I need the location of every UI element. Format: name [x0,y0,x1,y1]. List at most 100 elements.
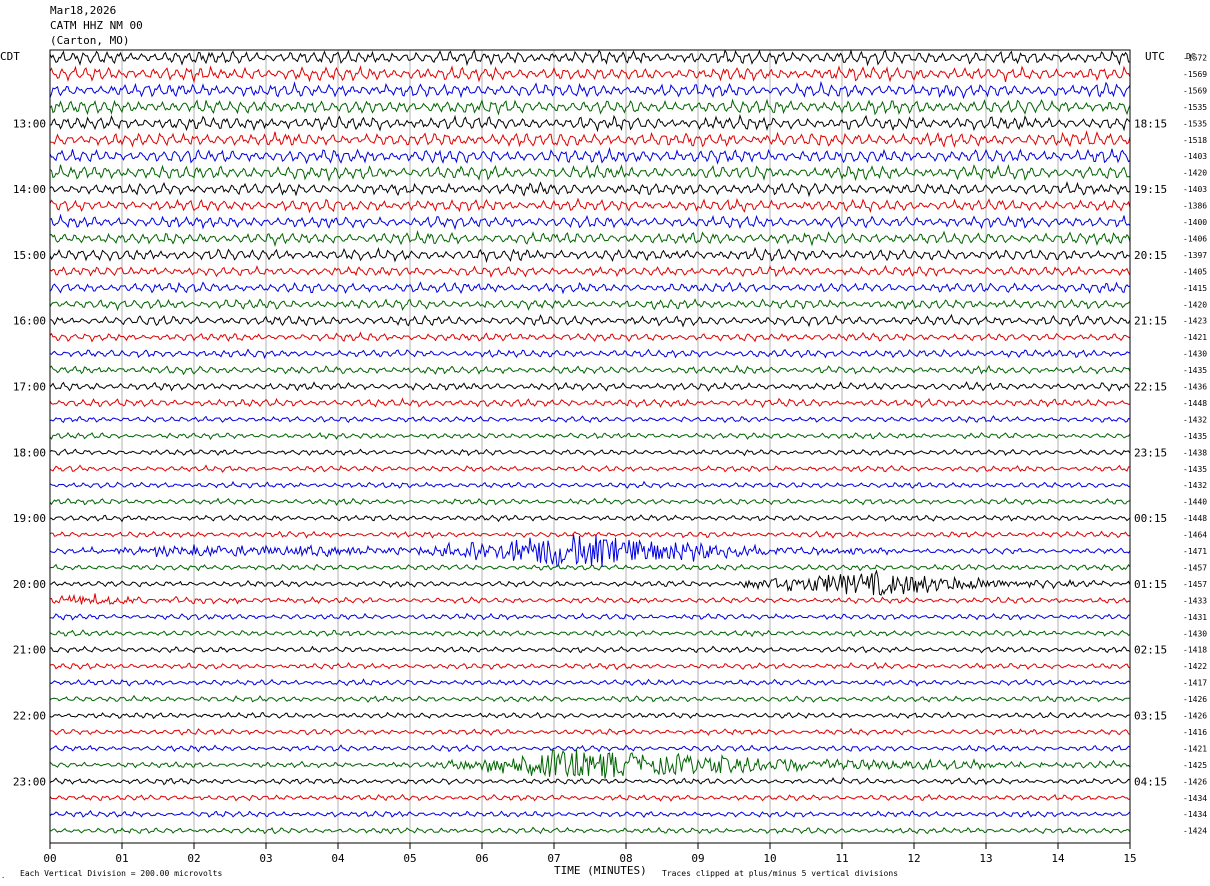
x-tick-label: 05 [403,852,416,865]
left-hour-label: 17:00 [13,381,46,394]
right-hour-label: 01:15 [1134,578,1167,591]
trace-row-36 [49,645,1131,654]
trace-row-0 [49,49,1131,67]
dc-offset-label: -1448 [1183,514,1207,523]
dc-offset-label: -1433 [1183,596,1207,605]
trace-row-41 [50,727,1131,736]
dc-offset-label: -1415 [1183,284,1207,293]
dc-offset-label: -1397 [1183,251,1207,260]
dc-offset-label: -1569 [1183,86,1207,95]
right-hour-label: 18:15 [1134,117,1167,130]
trace-row-4 [49,113,1131,133]
x-tick-label: 10 [763,852,776,865]
trace-row-21 [49,397,1131,409]
dc-offset-label: -1448 [1183,399,1207,408]
right-hour-label: 02:15 [1134,644,1167,657]
x-tick-label: 02 [187,852,200,865]
dc-offset-label: -1420 [1183,300,1207,309]
x-tick-label: 11 [835,852,848,865]
dc-offset-label: -1457 [1183,580,1207,589]
dc-offset-label: -1416 [1183,728,1207,737]
trace-row-24 [49,448,1131,457]
dc-offset-label: -1440 [1183,498,1207,507]
trace-row-42 [49,744,1131,753]
trace-row-45 [49,793,1131,802]
trace-row-37 [49,661,1131,671]
trace-row-14 [49,281,1131,295]
dc-offset-label: -1386 [1183,202,1207,211]
trace-row-31 [49,563,1131,572]
trace-row-43 [49,748,1131,779]
trace-row-19 [49,364,1131,376]
right-hour-label: 23:15 [1134,446,1167,459]
dc-offset-label: -1457 [1183,563,1207,572]
helicorder-plot: 00 01 02 03 04 05 06 07 08 09 10 11 12 13 14 15-1572-15… [0,49,1207,880]
x-tick-label: 00 [43,852,56,865]
x-tick-label: 09 [691,852,704,865]
dc-offset-label: -1535 [1183,103,1207,112]
dc-offset-label: -1430 [1183,629,1207,638]
dc-offset-label: -1403 [1183,185,1207,194]
dc-offset-label: -1432 [1183,481,1207,490]
dc-offset-label: -1426 [1183,712,1207,721]
trace-row-6 [49,146,1131,165]
right-axis-label: UTC [1145,50,1165,63]
trace-row-7 [49,163,1131,183]
x-tick-label: 01 [115,852,128,865]
trace-row-11 [49,229,1131,247]
dc-offset-label: -1464 [1183,531,1207,540]
left-hour-label: 14:00 [13,183,46,196]
dc-offset-label: -1518 [1183,136,1207,145]
right-hour-label: 03:15 [1134,710,1167,723]
dc-offset-label: -1426 [1183,695,1207,704]
dc-offset-label: -1426 [1183,777,1207,786]
footer-clip-note: Traces clipped at plus/minus 5 vertical … [662,869,898,878]
trace-row-30 [49,534,1131,568]
dc-offset-label: -1438 [1183,448,1207,457]
dc-offset-label: -1421 [1183,333,1207,342]
seismic-traces [49,49,1131,835]
right-hour-label: 20:15 [1134,249,1167,262]
dc-offset-label: -1435 [1183,432,1207,441]
dc-offset-label: -1535 [1183,119,1207,128]
dc-offset-label: -1403 [1183,152,1207,161]
trace-row-18 [49,348,1131,360]
trace-row-25 [49,464,1131,473]
dc-offset-label: -1431 [1183,613,1207,622]
left-hour-label: 20:00 [13,578,46,591]
trace-row-39 [49,694,1130,703]
trace-row-29 [49,530,1131,539]
dc-offset-label: -1435 [1183,465,1207,474]
trace-row-17 [49,331,1131,343]
dc-offset-label: -1425 [1183,761,1207,770]
dc-label: DC [1186,52,1196,61]
dc-offset-label: -1421 [1183,744,1207,753]
left-hour-label: 23:00 [13,775,46,788]
dc-offset-label: -1435 [1183,366,1207,375]
trace-row-5 [49,130,1131,148]
trace-row-2 [49,80,1131,100]
dc-offset-label: -1434 [1183,810,1207,819]
dc-offset-label: -1430 [1183,350,1207,359]
x-tick-label: 04 [331,852,345,865]
dc-offset-label: -1423 [1183,317,1207,326]
dc-offset-label: -1417 [1183,679,1207,688]
right-hour-label: 19:15 [1134,183,1167,196]
footer-xlabel: TIME (MINUTES) [554,864,647,877]
trace-row-23 [49,431,1131,441]
right-hour-label: 21:15 [1134,315,1167,328]
left-hour-label: 19:00 [13,512,46,525]
left-hour-label: 18:00 [13,446,46,459]
dc-offset-label: -1405 [1183,267,1207,276]
x-tick-label: 12 [907,852,920,865]
x-tick-label: 15 [1123,852,1136,865]
dc-offset-label: -1400 [1183,218,1207,227]
trace-row-22 [49,415,1131,424]
minute-grid [49,50,1131,849]
x-tick-label: 14 [1051,852,1065,865]
left-hour-label: 15:00 [13,249,46,262]
trace-row-38 [49,678,1131,687]
trace-row-46 [49,809,1131,818]
trace-row-8 [49,181,1131,198]
trace-row-27 [49,497,1131,506]
